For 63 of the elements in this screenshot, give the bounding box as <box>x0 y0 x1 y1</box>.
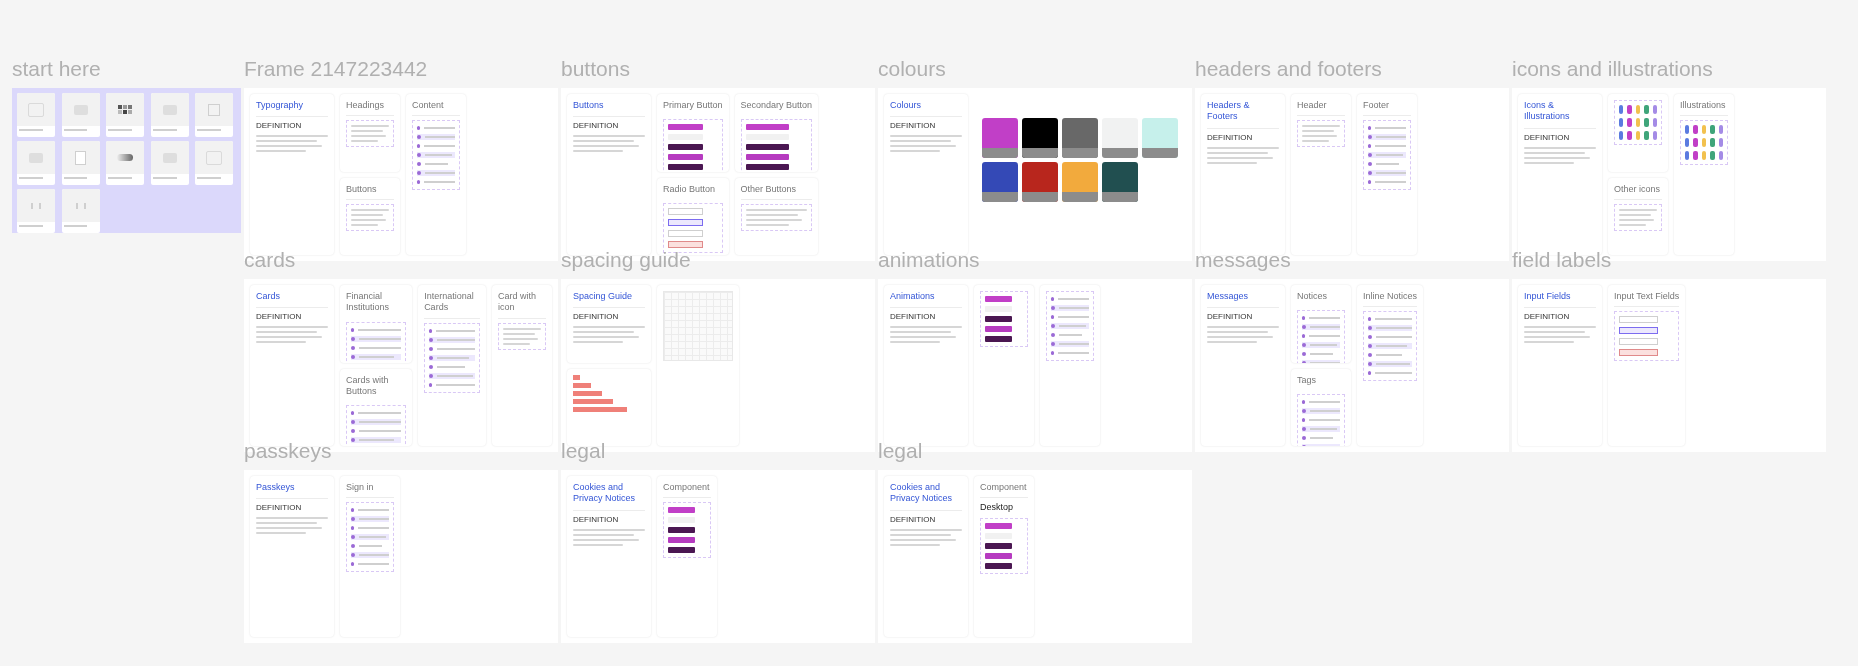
definition-heading: DEFINITION <box>573 122 620 131</box>
definition-heading: DEFINITION <box>256 313 303 322</box>
panel-title: Component <box>663 482 711 494</box>
panel-title: Input Text Fields <box>1614 291 1680 303</box>
section-label[interactable]: start here <box>12 56 241 82</box>
panel-title: Other Buttons <box>740 183 798 195</box>
panel-title: Header <box>1297 100 1328 112</box>
panel-title: Buttons <box>346 183 378 195</box>
panel-title: Component <box>980 482 1028 494</box>
panel-title: Illustrations <box>1680 100 1727 112</box>
doc-title: Colours <box>890 100 922 112</box>
section-label[interactable]: cards <box>244 247 558 273</box>
doc-title: Icons & Illustrations <box>1524 100 1571 123</box>
panel-title: Radio Button <box>663 183 717 195</box>
definition-heading: DEFINITION <box>1524 313 1571 322</box>
section-label[interactable]: headers and footers <box>1195 56 1509 82</box>
definition-heading: DEFINITION <box>1207 313 1254 322</box>
definition-heading: DEFINITION <box>1207 133 1254 142</box>
doc-title: Animations <box>890 291 936 303</box>
section-label[interactable]: legal <box>561 438 875 464</box>
panel-title: Footer <box>1363 100 1390 112</box>
panel-title: International Cards <box>424 291 475 314</box>
panel-title: Sign in <box>346 482 375 494</box>
section-label[interactable]: field labels <box>1512 247 1826 273</box>
doc-title: Typography <box>256 100 305 112</box>
section-label[interactable]: animations <box>878 247 1192 273</box>
panel-title: Secondary Button <box>740 100 813 112</box>
doc-title: Cards <box>256 291 281 303</box>
panel-title: Card with icon <box>498 291 537 314</box>
panel-title: Primary Button <box>663 100 723 112</box>
doc-title: Input Fields <box>1524 291 1572 303</box>
doc-title: Spacing Guide <box>573 291 634 303</box>
definition-heading: DEFINITION <box>573 515 620 524</box>
panel-title: Financial Institutions <box>346 291 391 314</box>
doc-title: Messages <box>1207 291 1250 303</box>
panel-title: Other icons <box>1614 183 1662 195</box>
doc-title: Headers & Footers <box>1207 100 1251 123</box>
section-label[interactable]: icons and illustrations <box>1512 56 1826 82</box>
definition-heading: DEFINITION <box>256 122 303 131</box>
doc-title: Passkeys <box>256 482 296 494</box>
definition-heading: DEFINITION <box>890 515 937 524</box>
section-label[interactable]: Frame 2147223442 <box>244 56 558 82</box>
panel-title: Cards with Buttons <box>346 374 390 397</box>
panel-title: Notices <box>1297 291 1328 303</box>
definition-heading: DEFINITION <box>256 504 303 513</box>
section-label[interactable]: legal <box>878 438 1192 464</box>
panel-title: Inline Notices <box>1363 291 1418 303</box>
section-label[interactable]: messages <box>1195 247 1509 273</box>
doc-title: Buttons <box>573 100 605 112</box>
section-label[interactable]: colours <box>878 56 1192 82</box>
panel-title: Tags <box>1297 374 1317 386</box>
section-label[interactable]: passkeys <box>244 438 558 464</box>
panel-title: Content <box>412 100 445 112</box>
doc-title: Cookies and Privacy Notices <box>890 482 953 505</box>
definition-heading: DEFINITION <box>890 122 937 131</box>
section-label[interactable]: spacing guide <box>561 247 875 273</box>
section-label[interactable]: buttons <box>561 56 875 82</box>
definition-heading: DEFINITION <box>573 313 620 322</box>
panel-subtitle: Desktop <box>980 502 1015 514</box>
definition-heading: DEFINITION <box>890 313 937 322</box>
definition-heading: DEFINITION <box>1524 133 1571 142</box>
panel-title: Headings <box>346 100 386 112</box>
doc-title: Cookies and Privacy Notices <box>573 482 636 505</box>
